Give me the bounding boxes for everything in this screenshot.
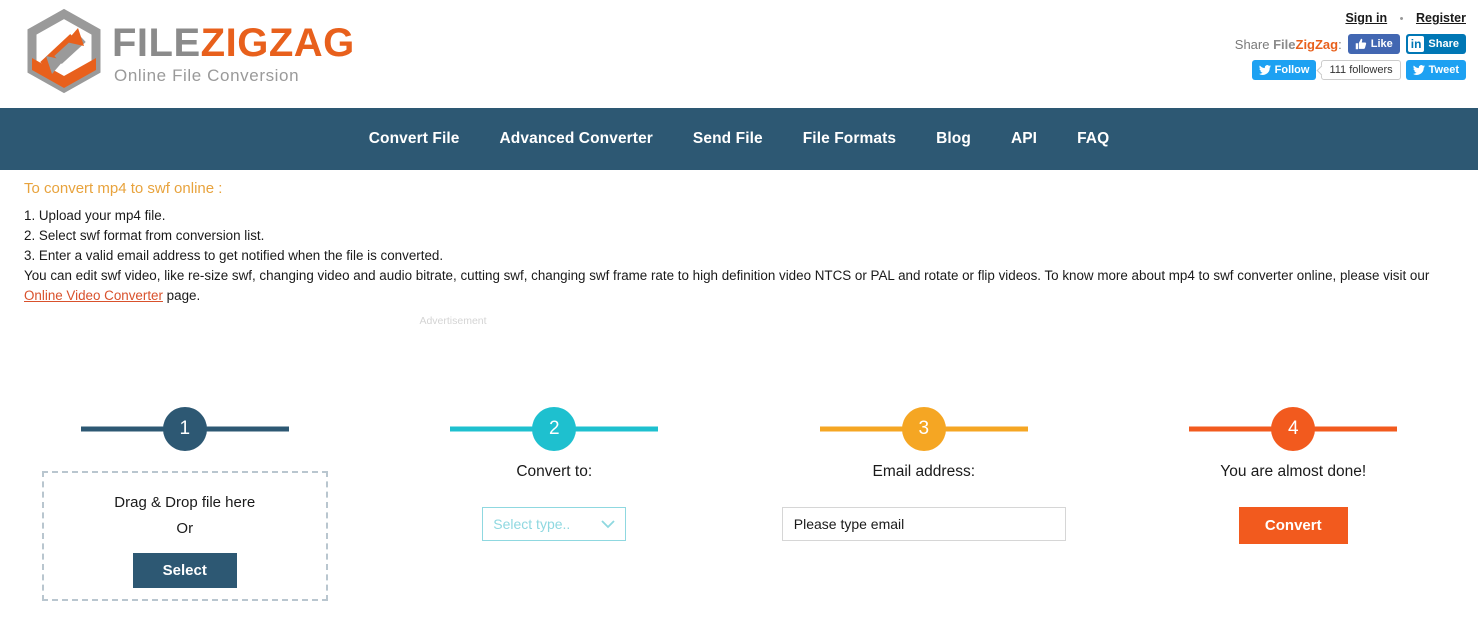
convert-button[interactable]: Convert <box>1238 507 1348 544</box>
select-file-button[interactable]: Select <box>132 553 237 588</box>
intro-title: To convert mp4 to swf online : <box>24 180 223 197</box>
register-link[interactable]: Register <box>1416 11 1466 25</box>
sign-in-link[interactable]: Sign in <box>1345 11 1387 25</box>
nav-item-api[interactable]: API <box>991 130 1057 148</box>
format-select[interactable]: Select type.. <box>482 507 627 541</box>
email-address-label: Email address: <box>872 463 975 480</box>
convert-to-label: Convert to: <box>516 463 593 480</box>
step-1-upload: 1 Drag & Drop file here Or Select <box>0 401 370 601</box>
linkedin-share-label: Share <box>1428 38 1459 50</box>
intro-paragraph-before: You can edit swf video, like re-size swf… <box>24 268 1430 283</box>
intro-paragraph: You can edit swf video, like re-size swf… <box>24 266 1460 306</box>
nav-item-advanced-converter[interactable]: Advanced Converter <box>480 130 673 148</box>
twitter-bird-icon <box>1412 65 1425 75</box>
twitter-bird-icon <box>1258 65 1271 75</box>
intro-paragraph-after: page. <box>162 288 201 303</box>
logo-tagline: Online File Conversion <box>114 66 300 85</box>
nav-item-send-file[interactable]: Send File <box>673 130 783 148</box>
online-video-converter-link[interactable]: Online Video Converter <box>24 288 163 303</box>
logo-text-block: FILEZIGZAG Online File Conversion <box>112 22 355 86</box>
filezigzag-logo-icon <box>27 8 101 94</box>
intro-step-1: 1. Upload your mp4 file. <box>24 208 166 223</box>
almost-done-label: You are almost done! <box>1220 463 1367 480</box>
share-label-suffix: : <box>1338 36 1342 52</box>
step-3-email: 3 Email address: <box>739 401 1109 601</box>
step-3-header: 3 <box>739 401 1109 457</box>
step-1-header: 1 <box>0 401 370 457</box>
nav-item-faq[interactable]: FAQ <box>1057 130 1129 148</box>
twitter-follow-label: Follow <box>1274 64 1310 76</box>
site-logo[interactable]: FILEZIGZAG Online File Conversion <box>22 8 355 96</box>
nav-item-file-formats[interactable]: File Formats <box>783 130 916 148</box>
main-navigation: Convert File Advanced Converter Send Fil… <box>0 108 1478 170</box>
auth-links: Sign in • Register <box>1235 10 1466 27</box>
step-1-number-badge: 1 <box>162 407 207 451</box>
intro-step-2: 2. Select swf format from conversion lis… <box>24 228 265 243</box>
share-brand-zigzag: ZigZag <box>1295 36 1339 52</box>
step-2-convert-to: 2 Convert to: Select type.. <box>370 401 740 601</box>
email-input[interactable] <box>781 507 1066 541</box>
step-3-number-badge: 3 <box>901 407 946 451</box>
share-label: Share FileZigZag: <box>1235 37 1342 52</box>
twitter-tweet-label: Tweet <box>1428 64 1459 76</box>
step-4-number-badge: 4 <box>1271 407 1316 451</box>
step-2-header: 2 <box>370 401 740 457</box>
step-3-body: Email address: <box>739 463 1109 541</box>
advertisement-label: Advertisement <box>419 315 487 327</box>
twitter-tweet-button[interactable]: Tweet <box>1405 60 1466 80</box>
conversion-steps: 1 Drag & Drop file here Or Select 2 Conv… <box>0 401 1478 601</box>
linkedin-icon: in <box>1407 36 1425 52</box>
nav-item-blog[interactable]: Blog <box>916 130 991 148</box>
intro-step-3: 3. Enter a valid email address to get no… <box>24 248 444 263</box>
nav-item-convert-file[interactable]: Convert File <box>349 130 480 148</box>
share-brand-file: File <box>1273 36 1296 52</box>
chevron-down-icon <box>601 519 615 528</box>
step-2-number-badge: 2 <box>532 407 577 451</box>
page-header: FILEZIGZAG Online File Conversion Sign i… <box>0 0 1478 108</box>
step-4-header: 4 <box>1109 401 1478 457</box>
step-1-body: Drag & Drop file here Or Select <box>0 471 370 601</box>
share-row-twitter: Follow 111 followers Tweet <box>1235 60 1466 80</box>
share-label-prefix: Share <box>1234 36 1274 52</box>
facebook-like-label: Like <box>1370 38 1393 50</box>
file-dropzone[interactable]: Drag & Drop file here Or Select <box>41 471 328 601</box>
twitter-followers-count[interactable]: 111 followers <box>1321 60 1401 80</box>
dropzone-instruction: Drag & Drop file here <box>114 494 256 511</box>
logo-title-file: FILE <box>112 21 201 65</box>
format-select-value: Select type.. <box>493 516 571 532</box>
logo-title-zigzag: ZIGZAG <box>200 21 355 65</box>
thumbs-up-icon <box>1355 38 1366 50</box>
logo-title: FILEZIGZAG <box>112 22 355 64</box>
twitter-follow-button[interactable]: Follow <box>1251 60 1317 80</box>
dropzone-or-label: Or <box>176 520 194 537</box>
step-4-convert: 4 You are almost done! Convert <box>1109 401 1478 601</box>
step-2-body: Convert to: Select type.. <box>370 463 740 541</box>
share-row-primary: Share FileZigZag: Like in Share <box>1235 34 1466 54</box>
auth-separator: • <box>1399 13 1404 25</box>
facebook-like-button[interactable]: Like <box>1347 34 1400 54</box>
header-right-panel: Sign in • Register Share FileZigZag: Lik… <box>1235 10 1466 80</box>
intro-section: To convert mp4 to swf online : 1. Upload… <box>0 170 1478 327</box>
step-4-body: You are almost done! Convert <box>1109 463 1478 544</box>
linkedin-share-button[interactable]: in Share <box>1405 34 1466 54</box>
